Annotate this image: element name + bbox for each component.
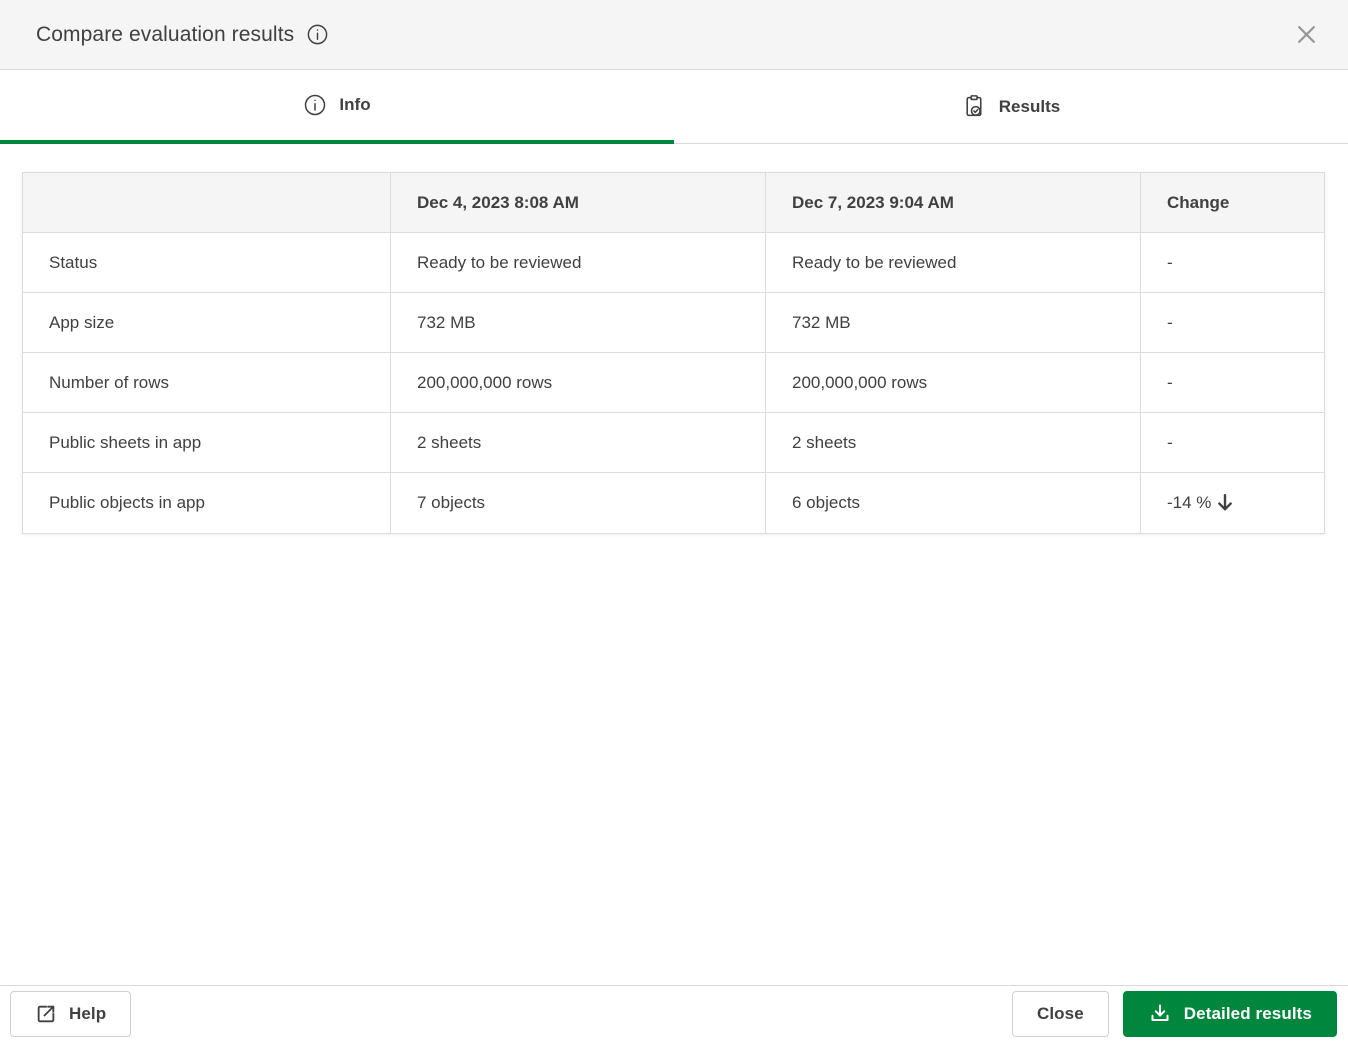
column-header-eval2: Dec 7, 2023 9:04 AM — [766, 173, 1141, 233]
table-row: Public objects in app 7 objects 6 object… — [23, 473, 1325, 534]
table-row: Number of rows 200,000,000 rows 200,000,… — [23, 353, 1325, 413]
external-link-icon — [35, 1003, 57, 1025]
detailed-results-label: Detailed results — [1184, 1004, 1312, 1024]
table-row: Status Ready to be reviewed Ready to be … — [23, 233, 1325, 293]
change-value: - — [1141, 293, 1325, 353]
help-button-label: Help — [69, 1004, 106, 1024]
dialog-header: Compare evaluation results — [0, 0, 1348, 70]
clipboard-check-icon — [962, 94, 987, 119]
dialog-title-wrap: Compare evaluation results — [36, 23, 329, 47]
eval2-value: Ready to be reviewed — [766, 233, 1141, 293]
tab-bar: Info Results — [0, 70, 1348, 144]
tab-results[interactable]: Results — [674, 70, 1348, 144]
eval1-value: 2 sheets — [391, 413, 766, 473]
comparison-table: Dec 4, 2023 8:08 AM Dec 7, 2023 9:04 AM … — [22, 172, 1325, 534]
dialog-footer: Help Close Detailed results — [0, 985, 1348, 1048]
change-value: - — [1141, 353, 1325, 413]
eval1-value: Ready to be reviewed — [391, 233, 766, 293]
change-text: -14 % — [1167, 493, 1211, 513]
detailed-results-button[interactable]: Detailed results — [1123, 991, 1337, 1037]
tab-label: Results — [999, 97, 1060, 117]
compare-evaluation-dialog: Compare evaluation results — [0, 0, 1348, 1048]
eval2-value: 200,000,000 rows — [766, 353, 1141, 413]
row-label: App size — [23, 293, 391, 353]
tab-label: Info — [339, 95, 370, 115]
close-button[interactable]: Close — [1012, 991, 1109, 1037]
row-label: Public objects in app — [23, 473, 391, 534]
eval1-value: 200,000,000 rows — [391, 353, 766, 413]
info-circle-icon — [303, 93, 327, 117]
dialog-content: Dec 4, 2023 8:08 AM Dec 7, 2023 9:04 AM … — [0, 144, 1348, 985]
dialog-title: Compare evaluation results — [36, 23, 294, 47]
change-value: -14 % — [1141, 473, 1325, 534]
change-value: - — [1141, 233, 1325, 293]
table-row: Public sheets in app 2 sheets 2 sheets - — [23, 413, 1325, 473]
download-icon — [1148, 1002, 1172, 1026]
help-button[interactable]: Help — [10, 991, 131, 1037]
tab-info[interactable]: Info — [0, 70, 674, 144]
table-header-row: Dec 4, 2023 8:08 AM Dec 7, 2023 9:04 AM … — [23, 173, 1325, 233]
column-header-eval1: Dec 4, 2023 8:08 AM — [391, 173, 766, 233]
row-label: Public sheets in app — [23, 413, 391, 473]
column-header-change: Change — [1141, 173, 1325, 233]
eval2-value: 6 objects — [766, 473, 1141, 534]
eval2-value: 732 MB — [766, 293, 1141, 353]
row-label: Status — [23, 233, 391, 293]
eval1-value: 7 objects — [391, 473, 766, 534]
eval1-value: 732 MB — [391, 293, 766, 353]
column-header-empty — [23, 173, 391, 233]
info-circle-icon — [306, 23, 329, 46]
row-label: Number of rows — [23, 353, 391, 413]
close-button-label: Close — [1037, 1004, 1084, 1024]
eval2-value: 2 sheets — [766, 413, 1141, 473]
close-icon[interactable] — [1286, 15, 1326, 55]
change-value: - — [1141, 413, 1325, 473]
arrow-down-icon — [1214, 492, 1236, 514]
table-row: App size 732 MB 732 MB - — [23, 293, 1325, 353]
